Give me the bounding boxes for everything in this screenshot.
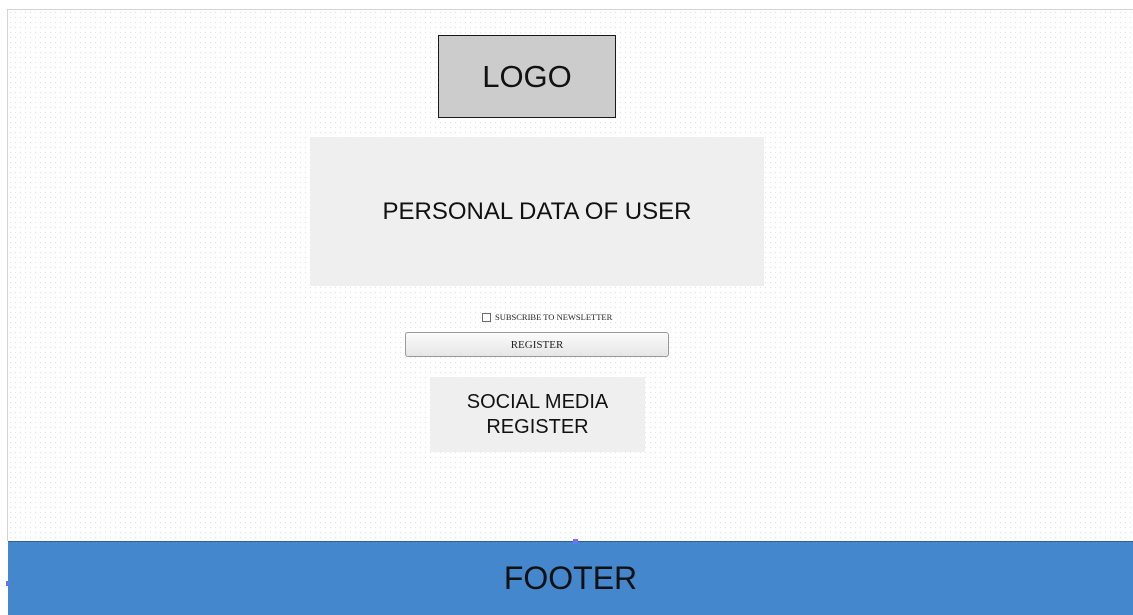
- selection-handle-left[interactable]: [6, 581, 9, 586]
- newsletter-label: SUBSCRIBE TO NEWSLETTER: [495, 312, 613, 322]
- social-register-line-1: SOCIAL MEDIA: [466, 390, 609, 413]
- register-button[interactable]: REGISTER: [405, 332, 669, 357]
- newsletter-subscription: SUBSCRIBE TO NEWSLETTER: [482, 310, 612, 324]
- personal-data-section: PERSONAL DATA OF USER: [310, 137, 764, 286]
- register-button-label: REGISTER: [510, 338, 564, 351]
- logo-label: LOGO: [482, 58, 572, 94]
- selection-handle-top[interactable]: [573, 539, 578, 544]
- footer: FOOTER: [8, 541, 1133, 615]
- social-register-line-2: REGISTER: [486, 415, 589, 438]
- footer-label: FOOTER: [503, 560, 638, 596]
- personal-data-label: PERSONAL DATA OF USER: [382, 197, 692, 225]
- social-media-register-label: SOCIAL MEDIA REGISTER: [467, 390, 609, 440]
- social-media-register-button[interactable]: SOCIAL MEDIA REGISTER: [430, 377, 645, 452]
- newsletter-checkbox[interactable]: [482, 312, 491, 322]
- logo-placeholder: LOGO: [438, 35, 616, 118]
